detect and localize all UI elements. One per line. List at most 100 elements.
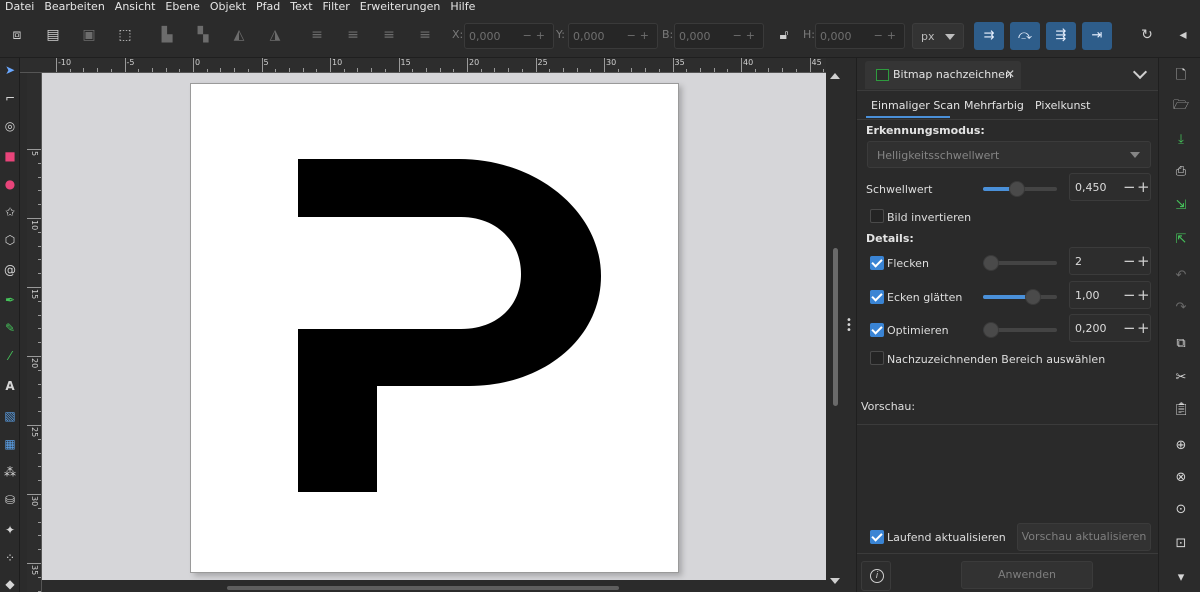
subtab-pixel-art[interactable]: Pixelkunst (1035, 99, 1090, 112)
menu-filter[interactable]: Filter (318, 0, 355, 14)
minus-icon[interactable]: − (1123, 252, 1136, 270)
x-stepper-icon[interactable]: −+ (523, 29, 549, 42)
width-stepper-icon[interactable]: −+ (733, 29, 759, 42)
eraser-tool-icon[interactable]: ◆ (2, 576, 18, 592)
redo-icon[interactable]: ↷ (1173, 300, 1189, 316)
select-all-layers-icon[interactable]: ▤ (44, 26, 62, 44)
optimize-slider-handle[interactable] (983, 322, 999, 338)
invert-image-checkbox[interactable] (870, 209, 884, 223)
pen-tool-icon[interactable]: ✒ (2, 292, 18, 308)
vertical-scroll-thumb[interactable] (833, 248, 838, 406)
letter-p-glyph[interactable] (191, 84, 680, 574)
flip-horizontal-icon[interactable]: ◭ (230, 26, 248, 44)
speckles-spinbox[interactable]: 2 − + (1069, 247, 1151, 275)
menu-hilfe[interactable]: Hilfe (445, 0, 480, 14)
lower-icon[interactable]: ▚ (194, 26, 212, 44)
selector-tool-icon[interactable]: ➤ (2, 62, 18, 78)
align-top-icon[interactable]: ≡ (308, 26, 326, 44)
lock-icon[interactable]: 🔓︎ (775, 26, 793, 44)
scroll-down-icon[interactable] (830, 578, 840, 584)
menu-datei[interactable]: Datei (0, 0, 39, 14)
align-baseline-icon[interactable]: ≡ (416, 26, 434, 44)
snap-toggle-icon[interactable]: ↻ (1138, 26, 1156, 44)
cut-icon[interactable]: ✂ (1173, 370, 1189, 386)
close-icon[interactable]: ✕ (1005, 67, 1015, 81)
width-input[interactable]: 0,000 −+ (674, 23, 764, 49)
menu-bearbeiten[interactable]: Bearbeiten (39, 0, 109, 14)
x-input[interactable]: 0,000 −+ (464, 23, 554, 49)
menu-ebene[interactable]: Ebene (160, 0, 204, 14)
rectangle-tool-icon[interactable]: ■ (2, 148, 18, 164)
box-3d-tool-icon[interactable]: ⬡ (2, 232, 18, 248)
subtab-multicolor[interactable]: Mehrfarbig (964, 99, 1024, 112)
align-bottom-icon[interactable]: ≡ (380, 26, 398, 44)
zoom-page-icon[interactable]: ⊙ (1173, 502, 1189, 518)
plus-icon[interactable]: + (1137, 319, 1150, 337)
optimize-slider[interactable] (983, 322, 1057, 338)
horizontal-scrollbar[interactable] (42, 580, 826, 592)
align-middle-icon[interactable]: ≡ (344, 26, 362, 44)
smooth-corners-checkbox[interactable] (870, 290, 884, 304)
smooth-corners-slider-handle[interactable] (1025, 289, 1041, 305)
scroll-up-icon[interactable] (830, 73, 840, 79)
subtab-single-scan[interactable]: Einmaliger Scan (871, 99, 960, 112)
y-input[interactable]: 0,000 −+ (568, 23, 658, 49)
threshold-slider-handle[interactable] (1009, 181, 1025, 197)
height-stepper-icon[interactable]: −+ (874, 29, 900, 42)
scale-stroke-button[interactable]: ⇉ (974, 22, 1004, 50)
select-area-checkbox[interactable] (870, 351, 884, 365)
copy-icon[interactable]: ⧉ (1173, 336, 1189, 352)
select-all-icon[interactable]: ⧈ (8, 26, 26, 44)
star-tool-icon[interactable]: ✩ (2, 204, 18, 220)
optimize-checkbox[interactable] (870, 323, 884, 337)
unit-select[interactable]: px (912, 23, 964, 49)
menu-pfad[interactable]: Pfad (251, 0, 285, 14)
menu-ansicht[interactable]: Ansicht (110, 0, 161, 14)
shape-builder-tool-icon[interactable]: ◎ (2, 118, 18, 134)
y-stepper-icon[interactable]: −+ (627, 29, 653, 42)
panel-resize-handle[interactable]: • • • (846, 316, 852, 336)
zoom-selection-icon[interactable]: ⊕ (1173, 438, 1189, 454)
info-button[interactable]: i (861, 561, 891, 591)
paste-icon[interactable]: 📋︎ (1173, 402, 1190, 418)
spray-tool-icon[interactable]: ⁘ (2, 550, 18, 566)
chevron-down-icon[interactable] (1132, 64, 1148, 80)
mesh-tool-icon[interactable]: ▦ (2, 436, 18, 452)
height-input[interactable]: 0,000 −+ (815, 23, 905, 49)
raise-to-top-icon[interactable]: ▙ (158, 26, 176, 44)
menu-erweiterungen[interactable]: Erweiterungen (355, 0, 446, 14)
more-commands-icon[interactable]: ▾ (1173, 570, 1189, 586)
open-file-icon[interactable]: 🗁︎ (1173, 98, 1189, 114)
import-icon[interactable]: ⇲ (1173, 198, 1189, 214)
threshold-slider[interactable] (983, 181, 1057, 197)
node-tool-icon[interactable]: ⌐ (2, 90, 18, 106)
tweak-tool-icon[interactable]: ✦ (2, 522, 18, 538)
deselect-icon[interactable]: ▣ (80, 26, 98, 44)
threshold-spinbox[interactable]: 0,450 − + (1069, 173, 1151, 201)
move-gradients-button[interactable]: ⇶ (1046, 22, 1076, 50)
text-tool-icon[interactable]: A (2, 378, 18, 394)
save-icon[interactable]: ⤓ (1173, 132, 1189, 148)
menu-text[interactable]: Text (285, 0, 317, 14)
horizontal-scroll-thumb[interactable] (227, 586, 619, 590)
speckles-slider-handle[interactable] (983, 255, 999, 271)
export-icon[interactable]: ⇱ (1173, 232, 1189, 248)
move-patterns-button[interactable]: ⇥ (1082, 22, 1112, 50)
trace-bitmap-tab[interactable]: Bitmap nachzeichnen ✕ (865, 61, 1021, 89)
minus-icon[interactable]: − (1123, 319, 1136, 337)
calligraphy-tool-icon[interactable]: ⁄ (2, 348, 18, 364)
flip-vertical-icon[interactable]: ◮ (266, 26, 284, 44)
plus-icon[interactable]: + (1137, 178, 1150, 196)
smooth-corners-spinbox[interactable]: 1,00 − + (1069, 281, 1151, 309)
speckles-checkbox[interactable] (870, 256, 884, 270)
apply-button[interactable]: Anwenden (961, 561, 1093, 589)
live-update-checkbox[interactable] (870, 530, 884, 544)
canvas[interactable] (42, 73, 826, 580)
detection-mode-select[interactable]: Helligkeitsschwellwert (867, 141, 1151, 168)
spiral-tool-icon[interactable]: @ (2, 262, 18, 278)
paint-bucket-tool-icon[interactable]: ⛁ (2, 492, 18, 508)
ellipse-tool-icon[interactable]: ● (2, 176, 18, 192)
smooth-corners-slider[interactable] (983, 289, 1057, 305)
select-same-icon[interactable]: ⬚ (116, 26, 134, 44)
zoom-page-width-icon[interactable]: ⊡ (1173, 536, 1189, 552)
